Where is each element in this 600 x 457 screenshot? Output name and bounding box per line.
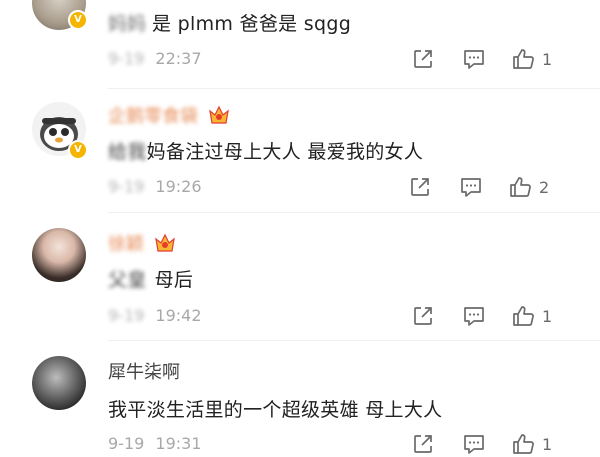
comment-item: V 企鹅零食袋 给我妈备注过母上大人 最爱我的女人 9-19 19:26 2: [0, 90, 600, 214]
like-icon: [513, 434, 534, 454]
share-icon: [414, 435, 432, 453]
comment-text: 父皇 母后: [108, 265, 193, 292]
like-button[interactable]: 2: [509, 174, 549, 200]
crown-badge-icon: [208, 105, 229, 124]
comment-item: V 妈妈 是 plmm 爸爸是 sqgg 9-19 22:37 1: [0, 0, 600, 90]
reply-button[interactable]: [462, 431, 486, 457]
like-count: 2: [539, 177, 550, 197]
comment-text: 是 plmm 爸爸是 sqgg: [152, 13, 352, 35]
divider: [108, 212, 600, 213]
comment-icon: [464, 435, 484, 454]
reply-button[interactable]: [462, 46, 486, 72]
comment-username[interactable]: 企鹅零食袋: [108, 102, 230, 128]
comment-time: 22:37: [155, 49, 202, 68]
comment-time: 19:31: [155, 434, 202, 453]
divider: [108, 340, 600, 341]
share-icon: [414, 307, 432, 325]
comment-timestamp: 9-19 19:31: [108, 434, 202, 453]
avatar[interactable]: [32, 228, 86, 282]
comment-icon: [461, 178, 481, 197]
comment-date: 9-19: [108, 49, 145, 68]
avatar[interactable]: [32, 356, 86, 410]
share-button[interactable]: [409, 174, 431, 200]
share-icon: [414, 50, 432, 68]
like-icon: [513, 306, 534, 326]
comment-icon: [464, 307, 484, 326]
comment-item: 徐颖 父皇 母后 9-19 19:42 1: [0, 214, 600, 342]
comment-text-blurred: 父皇: [108, 269, 147, 291]
comment-time: 19:26: [155, 177, 202, 196]
comment-text-visible: 母后: [154, 269, 194, 291]
like-count: 1: [542, 49, 553, 69]
verified-badge-icon: V: [68, 140, 88, 160]
comment-icon: [464, 50, 484, 69]
like-count: 1: [542, 306, 553, 326]
reply-button[interactable]: [459, 174, 483, 200]
comment-text: 给我妈备注过母上大人 最爱我的女人: [108, 137, 423, 164]
comment-username[interactable]: 妈妈: [108, 9, 146, 36]
share-button[interactable]: [412, 46, 434, 72]
comment-username[interactable]: 徐颖: [108, 230, 176, 256]
username-blurred: 徐颖: [108, 234, 144, 255]
reply-button[interactable]: [462, 303, 486, 329]
comment-actions: 1: [400, 431, 570, 457]
comment-date: 9-19: [108, 434, 145, 453]
comment-username[interactable]: 犀牛柒啊: [108, 358, 180, 384]
like-button[interactable]: 1: [512, 431, 552, 457]
username-text: 犀牛柒啊: [108, 362, 180, 383]
comment-date: 9-19: [108, 177, 145, 196]
like-icon: [510, 177, 531, 197]
comment-item: 犀牛柒啊 我平淡生活里的一个超级英雄 母上大人 9-19 19:31 1: [0, 342, 600, 454]
like-button[interactable]: 1: [512, 46, 552, 72]
comment-timestamp: 9-19 19:26: [108, 177, 202, 196]
comment-date: 9-19: [108, 306, 145, 325]
divider: [108, 88, 600, 89]
like-icon: [513, 49, 534, 69]
comment-actions: 1: [400, 303, 570, 329]
comment-text-blurred: 给我: [108, 141, 147, 163]
like-button[interactable]: 1: [512, 303, 552, 329]
comment-time: 19:42: [155, 306, 202, 325]
like-count: 1: [542, 434, 553, 454]
share-button[interactable]: [412, 303, 434, 329]
comment-text-visible: 妈备注过母上大人 最爱我的女人: [146, 141, 424, 163]
comment-timestamp: 9-19 22:37: [108, 49, 202, 68]
comment-actions: 1: [400, 46, 570, 72]
comment-timestamp: 9-19 19:42: [108, 306, 202, 325]
verified-badge-icon: V: [68, 10, 88, 30]
comment-actions: 2: [400, 174, 570, 200]
comment-text: 我平淡生活里的一个超级英雄 母上大人: [108, 399, 443, 421]
username-blurred: 企鹅零食袋: [108, 106, 198, 127]
share-icon: [411, 178, 429, 196]
crown-badge-icon: [154, 233, 175, 252]
share-button[interactable]: [412, 431, 434, 457]
